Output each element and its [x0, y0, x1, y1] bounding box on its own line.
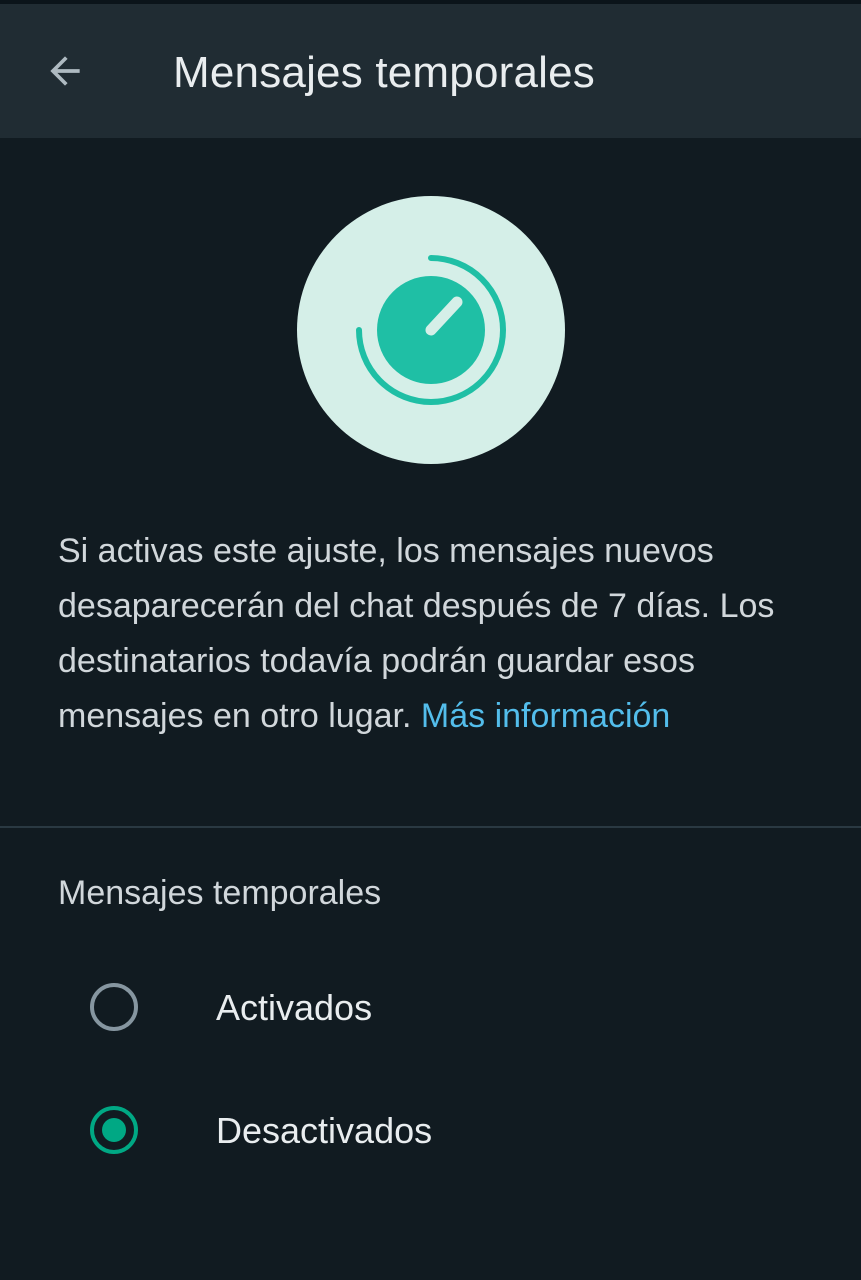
back-button[interactable] — [34, 40, 96, 102]
app-bar: Mensajes temporales — [0, 0, 861, 138]
more-info-link[interactable]: Más información — [421, 697, 670, 735]
disappearing-timer-icon — [356, 255, 506, 405]
radio-button-checked[interactable] — [90, 1106, 138, 1154]
option-label: Activados — [216, 987, 373, 1028]
description-text: Si activas este ajuste, los mensajes nue… — [58, 524, 818, 744]
arrow-back-icon — [50, 56, 80, 86]
option-desactivados[interactable]: Desactivados — [0, 1075, 861, 1185]
section-title: Mensajes temporales — [58, 874, 382, 912]
page-title: Mensajes temporales — [173, 48, 595, 97]
option-activados[interactable]: Activados — [0, 952, 861, 1062]
radio-button-unchecked[interactable] — [90, 983, 138, 1031]
option-label: Desactivados — [216, 1110, 433, 1151]
radio-dot — [102, 1118, 126, 1142]
divider — [0, 826, 861, 828]
disappearing-messages-illustration — [297, 196, 565, 464]
